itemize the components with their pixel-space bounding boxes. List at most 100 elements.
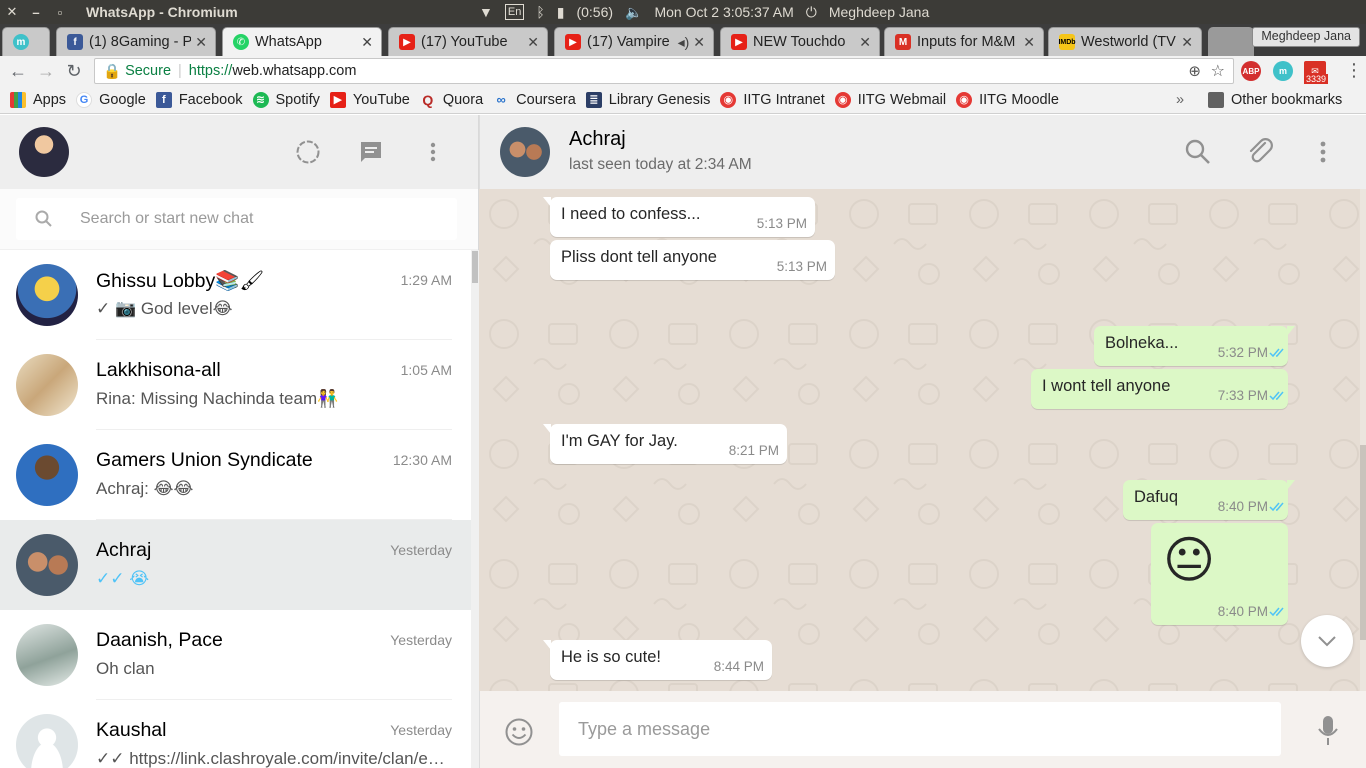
contact-avatar[interactable]: [500, 127, 550, 177]
message-outgoing[interactable]: I wont tell anyone 7:33 PM: [1031, 369, 1288, 409]
tab-pinned[interactable]: m: [2, 27, 50, 56]
bookmark-coursera[interactable]: ∞ Coursera: [493, 92, 576, 108]
chat-row-kaushal[interactable]: Kaushal Yesterday ✓✓ https://link.clashr…: [0, 700, 471, 768]
back-icon[interactable]: ←: [4, 61, 32, 82]
message-incoming[interactable]: Pliss dont tell anyone 5:13 PM: [550, 240, 835, 280]
clock[interactable]: Mon Oct 2 3:05:37 AM: [654, 4, 793, 20]
bookmark-iitg-intranet[interactable]: ◉ IITG Intranet: [720, 91, 825, 108]
chat-preview: ✓✓ 😭: [96, 569, 150, 588]
menu-icon[interactable]: ⋮: [1345, 60, 1363, 81]
message-outgoing[interactable]: Dafuq 8:40 PM: [1123, 480, 1295, 520]
close-icon[interactable]: ✕: [1023, 34, 1035, 51]
close-icon[interactable]: ✕: [1181, 34, 1193, 51]
keyboard-language[interactable]: En: [504, 4, 525, 20]
m-extension-icon[interactable]: m: [1273, 61, 1293, 81]
message-time: 8:21 PM: [728, 443, 779, 458]
attach-icon[interactable]: [1245, 137, 1275, 167]
tab-youtube[interactable]: ▶ (17) YouTube ✕: [388, 27, 548, 56]
new-tab-button[interactable]: [1208, 27, 1254, 56]
whatsapp-app: Ghissu Lobby📚🖌 1:29 AM ✓ 📷 God level😂 La…: [0, 115, 1366, 768]
message-input-box[interactable]: [559, 702, 1281, 756]
emoji-icon[interactable]: [504, 717, 534, 747]
message-incoming[interactable]: I'm GAY for Jay. 8:21 PM: [543, 424, 787, 464]
bookmark-facebook[interactable]: f Facebook: [155, 91, 243, 108]
message-input[interactable]: [578, 718, 1258, 740]
avatar[interactable]: [19, 127, 69, 177]
tab-westworld[interactable]: IMDb Westworld (TV ✕: [1048, 27, 1202, 56]
bookmark-google[interactable]: G Google: [76, 91, 146, 108]
message-outgoing[interactable]: Bolneka... 5:32 PM: [1094, 326, 1295, 366]
close-icon[interactable]: ✕: [195, 34, 207, 51]
bookmark-iitg-moodle[interactable]: ◉ IITG Moodle: [956, 91, 1059, 108]
menu-icon[interactable]: [1308, 137, 1338, 167]
new-chat-icon[interactable]: [358, 139, 384, 165]
bookmark-youtube[interactable]: ▶ YouTube: [329, 91, 410, 108]
window-close-icon[interactable]: ✕: [0, 4, 24, 20]
coursera-icon: ∞: [496, 92, 506, 107]
wifi-icon[interactable]: ▼: [479, 4, 493, 20]
tab-8gaming[interactable]: f (1) 8Gaming - P ✕: [56, 27, 216, 56]
other-bookmarks[interactable]: Other bookmarks: [1208, 91, 1342, 108]
message-outgoing-emoji[interactable]: 😐 8:40 PM: [1151, 523, 1288, 625]
quora-icon: Q: [422, 91, 434, 108]
message-incoming[interactable]: I need to confess... 5:13 PM: [543, 197, 815, 237]
chat-row-ghissu-lobby[interactable]: Ghissu Lobby📚🖌 1:29 AM ✓ 📷 God level😂: [0, 250, 471, 340]
forward-icon[interactable]: →: [32, 61, 60, 82]
chat-list-scrollbar[interactable]: [471, 250, 479, 768]
conversation-header[interactable]: Achraj last seen today at 2:34 AM: [479, 115, 1366, 189]
close-icon[interactable]: ✕: [361, 34, 373, 51]
tab-label: Inputs for M&M: [917, 34, 1016, 50]
chat-name: Gamers Union Syndicate: [96, 449, 313, 471]
chat-row-gamers-union[interactable]: Gamers Union Syndicate 12:30 AM Achraj: …: [0, 430, 471, 520]
search-input[interactable]: [80, 210, 420, 228]
sidebar-header: [0, 115, 478, 189]
tab-gmail[interactable]: M Inputs for M&M ✕: [884, 27, 1044, 56]
power-icon[interactable]: ⏻: [806, 4, 817, 21]
contact-status: last seen today at 2:34 AM: [569, 156, 752, 173]
search-box[interactable]: [16, 198, 457, 240]
chat-row-achraj[interactable]: Achraj Yesterday ✓✓ 😭: [0, 520, 471, 610]
volume-icon[interactable]: 🔈: [625, 4, 642, 21]
user-name[interactable]: Meghdeep Jana: [829, 4, 929, 20]
message-text: I wont tell anyone: [1042, 377, 1171, 395]
chat-row-lakkhisona[interactable]: Lakkhisona-all 1:05 AM Rina: Missing Nac…: [0, 340, 471, 430]
tab-strip: m f (1) 8Gaming - P ✕ ✆ WhatsApp ✕ ▶ (17…: [0, 24, 1366, 56]
chat-row-daanish-pace[interactable]: Daanish, Pace Yesterday Oh clan: [0, 610, 471, 700]
bookmark-iitg-webmail[interactable]: ◉ IITG Webmail: [834, 91, 946, 108]
youtube-icon: ▶: [329, 91, 346, 108]
close-icon[interactable]: ✕: [527, 34, 539, 51]
chat-avatar: [16, 534, 78, 596]
tab-vampire[interactable]: ▶ (17) Vampire ◂) ✕: [554, 27, 714, 56]
address-bar[interactable]: 🔒 Secure | https:// web.whatsapp.com ⊕ ☆: [94, 58, 1234, 84]
tab-label: (17) Vampire: [587, 34, 670, 50]
reload-icon[interactable]: ↻: [60, 61, 88, 82]
audio-icon[interactable]: ◂): [678, 34, 690, 51]
bluetooth-icon[interactable]: ᛒ: [536, 4, 544, 20]
microphone-icon[interactable]: [1317, 715, 1339, 747]
bookmark-libgen[interactable]: ≣ Library Genesis: [585, 91, 710, 108]
window-minimize-icon[interactable]: –: [24, 5, 48, 20]
tab-touchdown[interactable]: ▶ NEW Touchdo ✕: [720, 27, 880, 56]
tab-whatsapp[interactable]: ✆ WhatsApp ✕: [222, 27, 382, 56]
search-icon[interactable]: [1183, 137, 1213, 167]
chat-time: 12:30 AM: [392, 452, 452, 468]
status-icon[interactable]: [295, 139, 321, 165]
bookmark-apps[interactable]: Apps: [10, 91, 66, 108]
chevron-right-icon[interactable]: »: [1176, 92, 1184, 108]
tab-label: Westworld (TV: [1081, 34, 1176, 50]
profile-button[interactable]: Meghdeep Jana: [1252, 27, 1360, 47]
window-maximize-icon[interactable]: ▫: [48, 5, 72, 20]
message-incoming[interactable]: He is so cute! 8:44 PM: [543, 640, 772, 680]
bookmark-star-icon[interactable]: ☆: [1211, 61, 1225, 81]
conversation-scroll-thumb[interactable]: [1360, 445, 1366, 640]
scroll-to-bottom-button[interactable]: [1301, 615, 1353, 667]
chat-list-scroll-thumb[interactable]: [472, 251, 478, 283]
zoom-icon[interactable]: ⊕: [1188, 62, 1201, 80]
battery-icon[interactable]: ▮: [557, 4, 565, 21]
bookmark-spotify[interactable]: ≋ Spotify: [252, 91, 320, 108]
close-icon[interactable]: ✕: [859, 34, 871, 51]
bookmark-quora[interactable]: Q Quora: [420, 92, 483, 108]
adblock-icon[interactable]: ABP: [1241, 61, 1261, 81]
close-icon[interactable]: ✕: [693, 34, 705, 51]
menu-icon[interactable]: [420, 139, 446, 165]
